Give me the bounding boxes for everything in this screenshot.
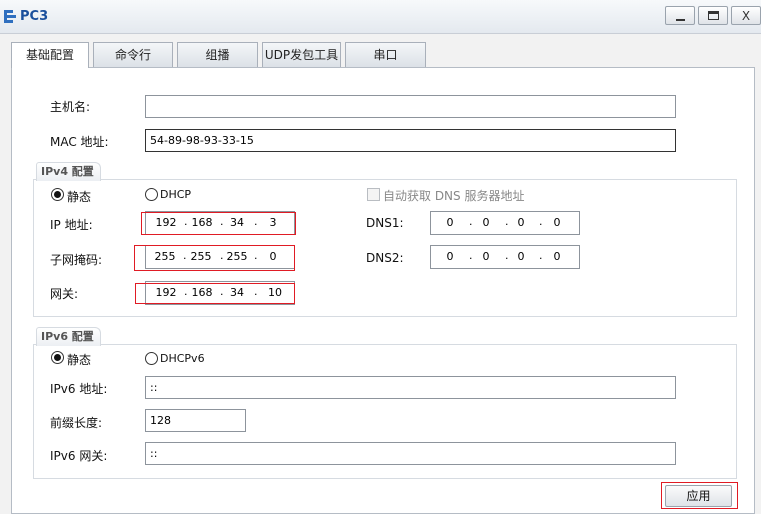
auto-dns-checkbox[interactable] [367,188,380,201]
minimize-icon [675,18,685,21]
close-button[interactable]: X [731,6,761,25]
ip-highlight-box [141,212,296,235]
ipv6-group-title: IPv6 配置 [36,327,101,346]
app-icon [4,10,16,23]
dns1-octet-1: 0 [446,216,454,229]
ipv6-address-label: IPv6 地址: [50,382,108,396]
ipv6-static-label: 静态 [67,353,92,367]
mac-label: MAC 地址: [50,135,109,149]
title-bar: PC3 X [0,0,761,34]
ipv6-gateway-label: IPv6 网关: [50,449,108,463]
ipv6-address-input[interactable]: :: [145,376,676,399]
dns1-octet-4: 0 [553,216,561,229]
ipv4-dhcp-radio[interactable] [145,188,158,201]
auto-dns-label: 自动获取 DNS 服务器地址 [383,189,525,203]
hostname-label: 主机名: [50,100,91,114]
ipv6-dhcp-radio[interactable] [145,352,158,365]
mask-highlight-box [134,245,295,271]
dns1-octet-3: 0 [517,216,525,229]
hostname-input[interactable] [145,95,676,118]
ip-address-label: IP 地址: [50,218,93,232]
ipv4-static-label: 静态 [67,190,92,204]
mac-address-field[interactable]: 54-89-98-93-33-15 [145,129,676,152]
prefix-length-input[interactable]: 128 [145,409,246,432]
tab-basic-config[interactable]: 基础配置 [11,42,89,68]
gateway-highlight-box [135,283,295,304]
apply-highlight-box [661,482,738,509]
tab-command-line[interactable]: 命令行 [93,42,173,67]
ipv4-static-radio[interactable] [51,188,64,201]
ipv6-gateway-input[interactable]: :: [145,442,676,465]
window-title: PC3 [20,9,49,24]
minimize-button[interactable] [665,6,695,25]
ipv6-static-radio[interactable] [51,351,64,364]
dns2-octet-3: 0 [517,250,525,263]
dns2-label: DNS2: [366,251,404,265]
gateway-label: 网关: [50,287,79,301]
dns2-field[interactable]: 0 . 0 . 0 . 0 [430,245,580,269]
subnet-mask-label: 子网掩码: [50,253,103,267]
dns2-octet-1: 0 [446,250,454,263]
maximize-button[interactable] [698,6,728,25]
tab-serial[interactable]: 串口 [345,42,426,67]
ipv4-dhcp-label: DHCP [160,188,192,201]
dns1-field[interactable]: 0 . 0 . 0 . 0 [430,211,580,235]
tab-multicast[interactable]: 组播 [177,42,258,67]
prefix-length-label: 前缀长度: [50,416,103,430]
dns1-octet-2: 0 [482,216,490,229]
dns2-octet-2: 0 [482,250,490,263]
ipv4-group-title: IPv4 配置 [36,162,101,181]
maximize-icon [707,11,719,20]
close-icon: X [741,8,751,23]
ipv6-dhcp-label: DHCPv6 [160,352,205,365]
dns2-octet-4: 0 [553,250,561,263]
dns1-label: DNS1: [366,216,404,230]
tab-udp-tool[interactable]: UDP发包工具 [262,42,341,67]
